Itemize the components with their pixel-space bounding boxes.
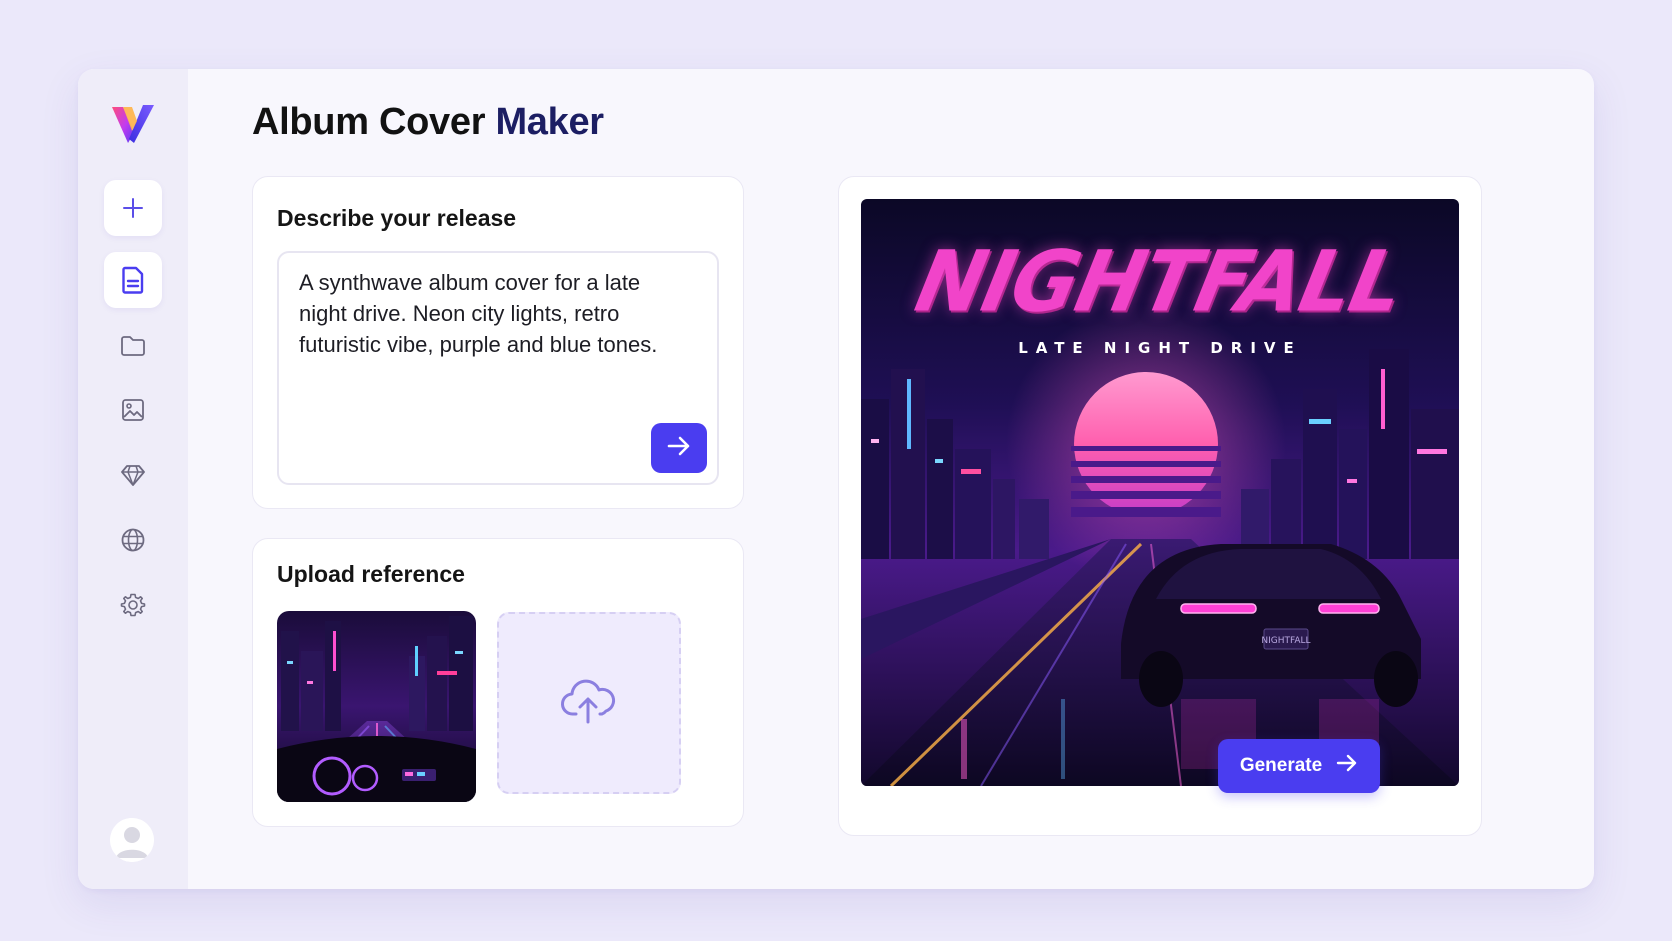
arrow-right-icon — [667, 436, 691, 461]
image-icon — [121, 398, 145, 422]
sidebar-item-folder[interactable] — [104, 318, 162, 374]
upload-dropzone[interactable] — [497, 612, 681, 794]
plus-icon — [122, 197, 144, 219]
describe-card: Describe your release A synthwave album … — [252, 176, 744, 509]
prompt-text[interactable]: A synthwave album cover for a late night… — [299, 267, 659, 360]
generate-button[interactable]: Generate — [1218, 739, 1380, 793]
sidebar-item-document[interactable] — [104, 252, 162, 308]
prompt-textarea[interactable]: A synthwave album cover for a late night… — [277, 251, 719, 485]
preview-card: NIGHTFALL NIGHTFALL LATE NIGHT DRIVE — [838, 176, 1482, 836]
diamond-icon — [120, 463, 146, 487]
app-window: Album Cover Maker Describe your release … — [78, 69, 1594, 889]
cover-subtitle: LATE NIGHT DRIVE — [1018, 339, 1302, 357]
upload-title: Upload reference — [277, 561, 465, 587]
describe-title: Describe your release — [277, 205, 517, 231]
upload-card: Upload reference — [252, 538, 744, 827]
page-title: Album Cover Maker — [252, 101, 604, 143]
folder-icon — [120, 335, 146, 357]
sidebar-item-gallery[interactable] — [104, 382, 162, 438]
document-icon — [121, 266, 145, 294]
cover-title: NIGHTFALL — [908, 232, 1412, 331]
sidebar-item-premium[interactable] — [104, 447, 162, 503]
license-plate-text: NIGHTFALL — [1261, 636, 1310, 646]
avatar-icon[interactable] — [110, 818, 154, 862]
gear-icon — [120, 592, 146, 618]
sidebar-item-explore[interactable] — [104, 512, 162, 568]
generate-label: Generate — [1239, 755, 1323, 776]
arrow-right-icon — [1336, 754, 1358, 778]
album-cover-preview[interactable]: NIGHTFALL NIGHTFALL LATE NIGHT DRIVE — [861, 199, 1459, 786]
send-prompt-button[interactable] — [651, 423, 707, 473]
globe-icon — [120, 527, 146, 553]
reference-thumbnail[interactable] — [277, 611, 476, 802]
sidebar-item-settings[interactable] — [104, 577, 162, 633]
sidebar-item-new[interactable] — [104, 180, 162, 236]
cloud-upload-icon — [560, 676, 618, 731]
sidebar — [78, 69, 188, 889]
v-logo-icon[interactable] — [110, 103, 156, 145]
